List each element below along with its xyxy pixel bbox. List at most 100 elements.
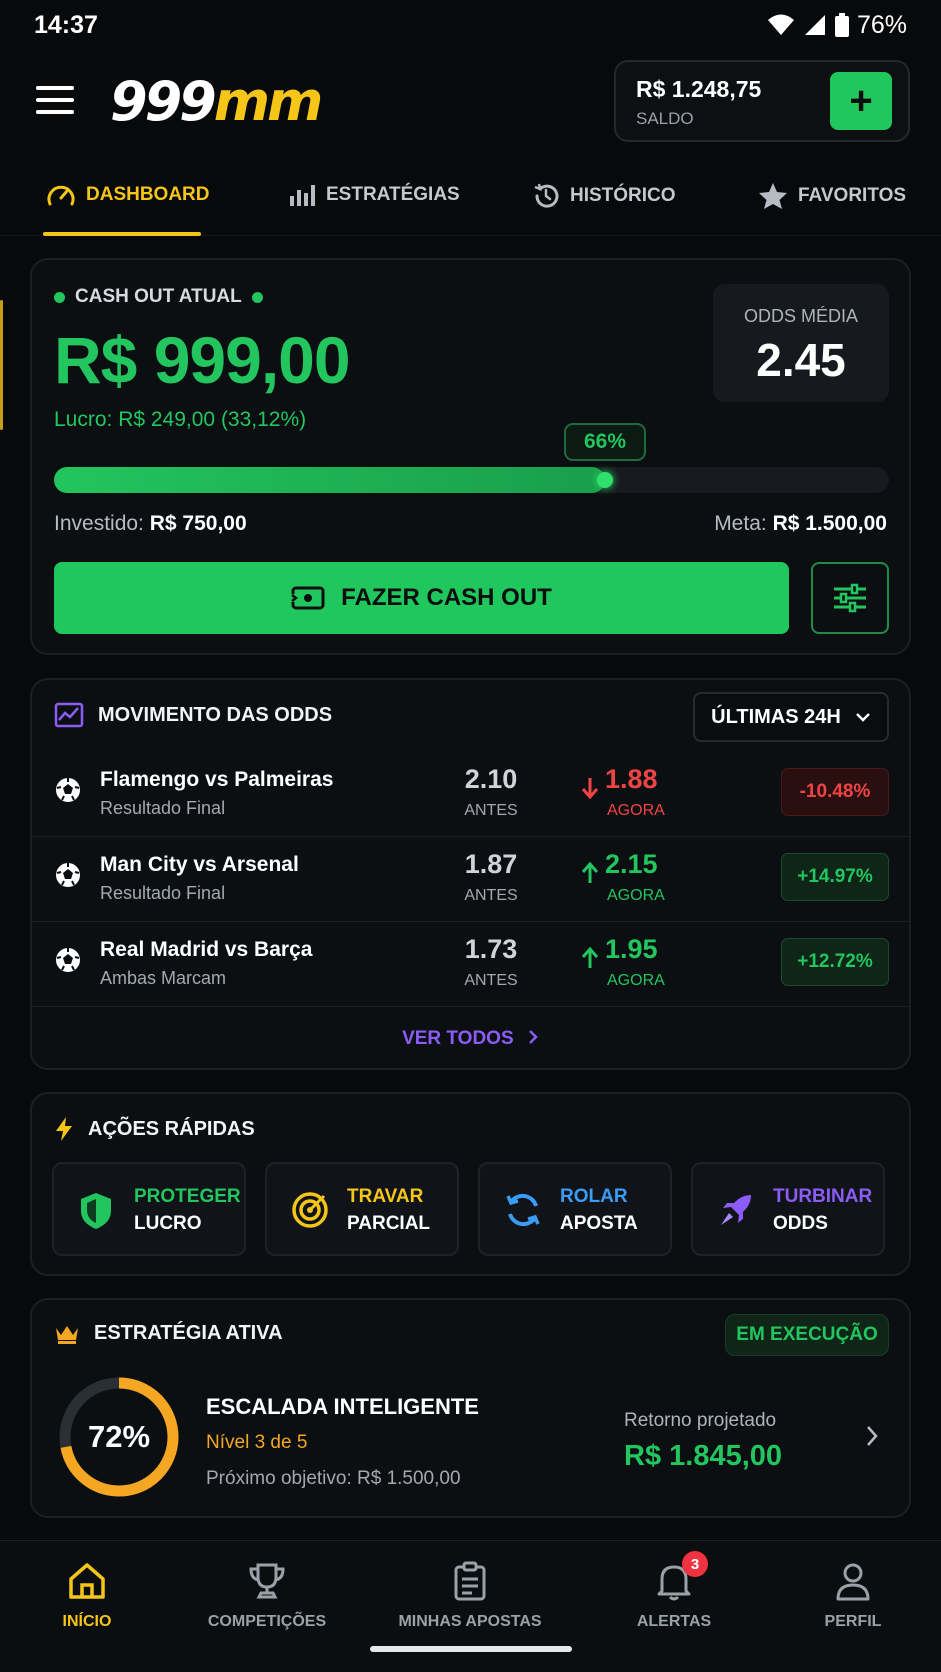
progress-percent-pill: 66%	[564, 423, 646, 461]
chevron-down-icon	[855, 713, 870, 722]
add-funds-button[interactable]: +	[830, 72, 892, 130]
status-time: 14:37	[34, 10, 98, 39]
profit-text: Lucro: R$ 249,00 (33,12%)	[54, 408, 307, 431]
bottom-nav: INÍCIO COMPETIÇÕES MINHAS APOSTAS 3 ALER…	[0, 1540, 941, 1672]
tab-bar: DASHBOARD ESTRATÉGIAS HISTÓRICO FAVORITO…	[0, 168, 941, 236]
odds-movement-card: MOVIMENTO DAS ODDS ÚLTIMAS 24H Flamengo …	[30, 678, 911, 1070]
progress-knob	[597, 472, 613, 488]
balance-label: SALDO	[636, 109, 694, 128]
nav-home[interactable]: INÍCIO	[52, 1557, 122, 1631]
live-dot-icon	[54, 291, 65, 303]
signal-icon	[804, 15, 825, 35]
lightning-icon	[56, 1117, 72, 1141]
sliders-icon	[834, 583, 866, 613]
soccer-ball-icon	[56, 778, 80, 802]
tab-history[interactable]: HISTÓRICO	[532, 182, 676, 210]
match-name: Flamengo vs Palmeiras	[100, 768, 334, 791]
odds-now-label: AGORA	[607, 802, 665, 819]
projected-return-label: Retorno projetado	[624, 1410, 777, 1431]
action-line2: APOSTA	[560, 1213, 638, 1234]
chevron-right-icon[interactable]	[865, 1424, 879, 1448]
view-all-link[interactable]: VER TODOS	[32, 1028, 909, 1050]
user-icon	[836, 1563, 870, 1601]
strategy-next-goal: Próximo objetivo: R$ 1.500,00	[206, 1468, 461, 1489]
protect-profit-button[interactable]: PROTEGER LUCRO	[52, 1162, 246, 1256]
roll-bet-button[interactable]: ROLAR APOSTA	[478, 1162, 672, 1256]
active-tab-indicator	[43, 232, 201, 236]
action-line1: TRAVAR	[347, 1186, 424, 1207]
boost-odds-button[interactable]: TURBINAR ODDS	[691, 1162, 885, 1256]
arrow-down-icon	[581, 778, 599, 800]
progress-bar	[54, 467, 889, 493]
odds-change-badge: -10.48%	[781, 768, 889, 816]
cashout-card: CASH OUT ATUAL R$ 999,00 Lucro: R$ 249,0…	[30, 258, 911, 655]
soccer-ball-icon	[56, 948, 80, 972]
odds-before-label: ANTES	[464, 972, 518, 989]
strategy-name: ESCALADA INTELIGENTE	[206, 1394, 479, 1419]
odds-movement-title: MOVIMENTO DAS ODDS	[54, 702, 332, 728]
rocket-icon	[721, 1195, 751, 1225]
avg-odds-box: ODDS MÉDIA 2.45	[713, 284, 889, 402]
quick-actions-card: AÇÕES RÁPIDAS PROTEGER LUCRO TRAVAR PARC…	[30, 1092, 911, 1276]
projected-return-value: R$ 1.845,00	[624, 1440, 783, 1472]
strategy-level: Nível 3 de 5	[206, 1432, 308, 1453]
odds-row[interactable]: Man City vs Arsenal Resultado Final 1.87…	[32, 837, 909, 922]
nav-my-bets[interactable]: MINHAS APOSTAS	[398, 1557, 542, 1631]
goal-text: Meta: R$ 1.500,00	[714, 512, 887, 535]
battery-icon	[834, 13, 849, 37]
odds-now-label: AGORA	[607, 887, 665, 904]
status-bar: 14:37 76%	[0, 0, 941, 50]
cashout-settings-button[interactable]	[811, 562, 889, 634]
tab-dashboard[interactable]: DASHBOARD	[46, 182, 210, 208]
plus-icon: +	[849, 78, 873, 123]
balance-amount: R$ 1.248,75	[636, 76, 762, 102]
invested-text: Investido: R$ 750,00	[54, 512, 247, 535]
match-name: Man City vs Arsenal	[100, 853, 299, 876]
active-strategy-title: ESTRATÉGIA ATIVA	[54, 1322, 283, 1345]
target-icon	[292, 1192, 328, 1228]
nav-profile[interactable]: PERFIL	[818, 1557, 888, 1631]
action-line1: TURBINAR	[773, 1186, 873, 1207]
odds-row[interactable]: Real Madrid vs Barça Ambas Marcam 1.73 A…	[32, 922, 909, 1007]
tab-favorites[interactable]: FAVORITOS	[758, 182, 906, 210]
home-indicator[interactable]	[370, 1646, 572, 1652]
edge-glow	[0, 300, 3, 430]
menu-icon[interactable]	[36, 86, 74, 116]
wifi-icon	[767, 14, 794, 35]
trophy-icon	[249, 1563, 285, 1599]
app-header: 999mm R$ 1.248,75 SALDO +	[0, 58, 941, 144]
active-strategy-card[interactable]: ESTRATÉGIA ATIVA EM EXECUÇÃO 72% ESCALAD…	[30, 1298, 911, 1518]
odds-now: 2.15	[605, 849, 658, 879]
bar-chart-icon	[290, 185, 315, 206]
odds-now: 1.95	[605, 934, 658, 964]
app-logo: 999mm	[110, 70, 323, 133]
action-line2: LUCRO	[134, 1213, 202, 1234]
odds-before-label: ANTES	[464, 802, 518, 819]
star-icon	[759, 183, 787, 209]
odds-change-badge: +14.97%	[781, 853, 889, 901]
balance-box[interactable]: R$ 1.248,75 SALDO +	[614, 60, 910, 142]
odds-before: 1.73	[464, 934, 518, 964]
avg-odds-value: 2.45	[756, 334, 846, 386]
cash-icon	[291, 586, 325, 610]
arrow-up-icon	[581, 861, 599, 883]
odds-change-badge: +12.72%	[781, 938, 889, 986]
match-name: Real Madrid vs Barça	[100, 938, 313, 961]
odds-now: 1.88	[605, 764, 658, 794]
live-dot-icon	[251, 291, 263, 303]
market-name: Resultado Final	[100, 798, 226, 818]
notification-badge: 3	[682, 1551, 708, 1577]
nav-alerts[interactable]: 3 ALERTAS	[634, 1551, 714, 1631]
odds-before-label: ANTES	[464, 887, 518, 904]
odds-row[interactable]: Flamengo vs Palmeiras Resultado Final 2.…	[32, 752, 909, 837]
cashout-value: R$ 999,00	[54, 323, 351, 397]
nav-competitions[interactable]: COMPETIÇÕES	[206, 1557, 328, 1631]
history-icon	[534, 183, 559, 208]
period-select[interactable]: ÚLTIMAS 24H	[693, 692, 889, 742]
cashout-button[interactable]: FAZER CASH OUT	[54, 562, 789, 634]
tab-strategies[interactable]: ESTRATÉGIAS	[288, 182, 460, 208]
home-icon	[69, 1563, 105, 1599]
progress-ring-text: 72%	[87, 1419, 151, 1454]
cashout-label: CASH OUT ATUAL	[54, 286, 263, 308]
lock-partial-button[interactable]: TRAVAR PARCIAL	[265, 1162, 459, 1256]
